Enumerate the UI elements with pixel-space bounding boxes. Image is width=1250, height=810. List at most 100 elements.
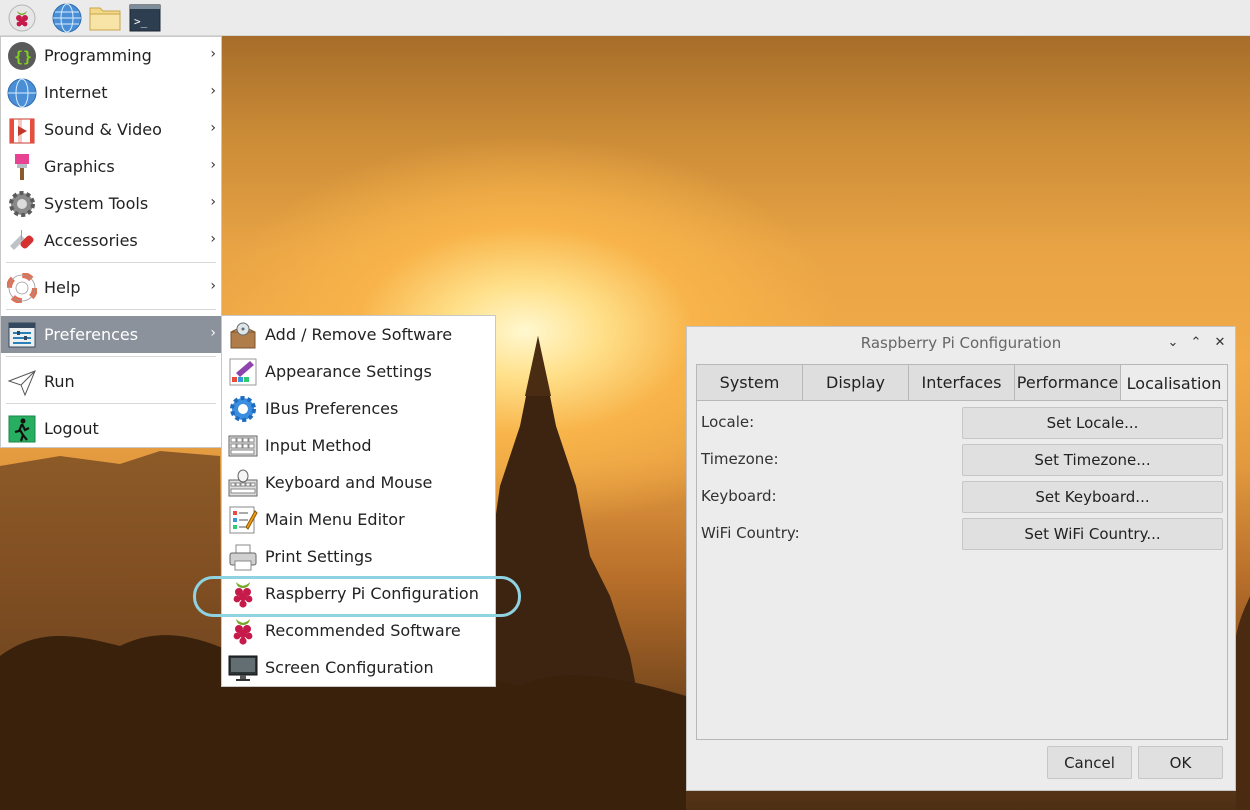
menu-item-label: Main Menu Editor xyxy=(265,510,405,529)
menu-item-label: Sound & Video xyxy=(44,120,162,139)
applications-menu: {} Programming › Internet › Sound & Vide… xyxy=(0,36,222,448)
keyboard-grid-icon xyxy=(227,430,259,462)
menu-item-screen-configuration[interactable]: Screen Configuration xyxy=(222,649,495,686)
menu-item-label: Help xyxy=(44,278,81,297)
chevron-right-icon: › xyxy=(210,46,216,62)
chevron-right-icon: › xyxy=(210,278,216,294)
menu-item-label: Appearance Settings xyxy=(265,362,432,381)
keyboard-label: Keyboard: xyxy=(701,487,777,505)
timezone-label: Timezone: xyxy=(701,450,779,468)
menu-item-add-remove-software[interactable]: Add / Remove Software xyxy=(222,316,495,353)
menu-item-internet[interactable]: Internet › xyxy=(1,74,221,111)
gear-icon xyxy=(227,393,259,425)
menu-item-graphics[interactable]: Graphics › xyxy=(1,148,221,185)
monitor-icon xyxy=(227,652,259,684)
menu-item-preferences[interactable]: Preferences › xyxy=(1,316,221,353)
menu-item-label: Input Method xyxy=(265,436,372,455)
set-locale-button[interactable]: Set Locale... xyxy=(962,407,1223,439)
pocket-knife-icon xyxy=(6,225,38,257)
tab-system[interactable]: System xyxy=(696,364,803,401)
dialog-title: Raspberry Pi Configuration xyxy=(860,334,1062,352)
wifi-country-label: WiFi Country: xyxy=(701,524,800,542)
menu-item-label: Add / Remove Software xyxy=(265,325,453,344)
chevron-right-icon: › xyxy=(210,194,216,210)
menu-item-programming[interactable]: {} Programming › xyxy=(1,37,221,74)
menu-item-sound-video[interactable]: Sound & Video › xyxy=(1,111,221,148)
svg-text:{}: {} xyxy=(14,48,32,66)
menu-item-accessories[interactable]: Accessories › xyxy=(1,222,221,259)
preferences-submenu: Add / Remove Software Appearance Setting… xyxy=(221,315,496,687)
menu-item-logout[interactable]: Logout xyxy=(1,410,221,447)
raspberry-pi-configuration-dialog: Raspberry Pi Configuration ⌄ ⌃ ✕ System … xyxy=(686,326,1236,791)
menu-separator xyxy=(6,309,216,310)
close-button[interactable]: ✕ xyxy=(1211,334,1229,352)
menu-item-label: Preferences xyxy=(44,325,139,344)
menu-item-run[interactable]: Run xyxy=(1,363,221,400)
exit-icon xyxy=(6,413,38,445)
raspberry-icon xyxy=(227,615,259,647)
svg-text:>_: >_ xyxy=(134,15,148,28)
menu-item-label: Print Settings xyxy=(265,547,373,566)
menu-item-label: Logout xyxy=(44,419,99,438)
ok-button[interactable]: OK xyxy=(1138,746,1223,779)
maximize-button[interactable]: ⌃ xyxy=(1187,334,1205,352)
locale-label: Locale: xyxy=(701,413,755,431)
menu-item-help[interactable]: Help › xyxy=(1,269,221,306)
set-wifi-country-button[interactable]: Set WiFi Country... xyxy=(962,518,1223,550)
localisation-pane: Locale: Set Locale... Timezone: Set Time… xyxy=(696,400,1228,740)
menu-separator xyxy=(6,262,216,263)
tab-localisation[interactable]: Localisation xyxy=(1120,364,1228,402)
tab-performance[interactable]: Performance xyxy=(1014,364,1121,401)
set-timezone-button[interactable]: Set Timezone... xyxy=(962,444,1223,476)
tab-interfaces[interactable]: Interfaces xyxy=(908,364,1015,401)
menu-item-label: Accessories xyxy=(44,231,138,250)
chevron-right-icon: › xyxy=(210,83,216,99)
chevron-right-icon: › xyxy=(210,325,216,341)
menu-item-label: Screen Configuration xyxy=(265,658,434,677)
lifebuoy-icon xyxy=(6,272,38,304)
highlight-annotation xyxy=(193,576,521,617)
web-browser-icon[interactable] xyxy=(51,2,83,34)
menu-item-main-menu-editor[interactable]: Main Menu Editor xyxy=(222,501,495,538)
menu-item-label: IBus Preferences xyxy=(265,399,399,418)
menu-item-input-method[interactable]: Input Method xyxy=(222,427,495,464)
menu-item-label: System Tools xyxy=(44,194,149,213)
menu-item-ibus-preferences[interactable]: IBus Preferences xyxy=(222,390,495,427)
tab-display[interactable]: Display xyxy=(802,364,909,401)
globe-icon xyxy=(6,77,38,109)
menu-item-keyboard-and-mouse[interactable]: Keyboard and Mouse xyxy=(222,464,495,501)
menu-separator xyxy=(6,403,216,404)
menu-item-appearance-settings[interactable]: Appearance Settings xyxy=(222,353,495,390)
programming-icon: {} xyxy=(6,40,38,72)
menu-editor-icon xyxy=(227,504,259,536)
gear-icon xyxy=(6,188,38,220)
paintbrush-icon xyxy=(6,151,38,183)
menu-item-label: Run xyxy=(44,372,75,391)
minimize-button[interactable]: ⌄ xyxy=(1164,334,1182,352)
taskbar: >_ xyxy=(0,0,1250,36)
menu-item-recommended-software[interactable]: Recommended Software xyxy=(222,612,495,649)
keyboard-mouse-icon xyxy=(227,467,259,499)
cancel-button[interactable]: Cancel xyxy=(1047,746,1132,779)
terminal-icon[interactable]: >_ xyxy=(129,2,161,34)
preferences-icon xyxy=(6,319,38,351)
raspberry-menu-icon[interactable] xyxy=(6,2,38,34)
appearance-icon xyxy=(227,356,259,388)
menu-item-label: Programming xyxy=(44,46,152,65)
menu-separator xyxy=(6,356,216,357)
chevron-right-icon: › xyxy=(210,231,216,247)
chevron-right-icon: › xyxy=(210,157,216,173)
software-package-icon xyxy=(227,319,259,351)
chevron-right-icon: › xyxy=(210,120,216,136)
menu-item-label: Internet xyxy=(44,83,108,102)
printer-icon xyxy=(227,541,259,573)
menu-item-system-tools[interactable]: System Tools › xyxy=(1,185,221,222)
menu-item-print-settings[interactable]: Print Settings xyxy=(222,538,495,575)
file-manager-icon[interactable] xyxy=(89,2,121,34)
menu-item-label: Graphics xyxy=(44,157,115,176)
set-keyboard-button[interactable]: Set Keyboard... xyxy=(962,481,1223,513)
menu-item-label: Keyboard and Mouse xyxy=(265,473,433,492)
sound-video-icon xyxy=(6,114,38,146)
tab-bar: System Display Interfaces Performance Lo… xyxy=(696,364,1228,402)
menu-item-label: Recommended Software xyxy=(265,621,461,640)
